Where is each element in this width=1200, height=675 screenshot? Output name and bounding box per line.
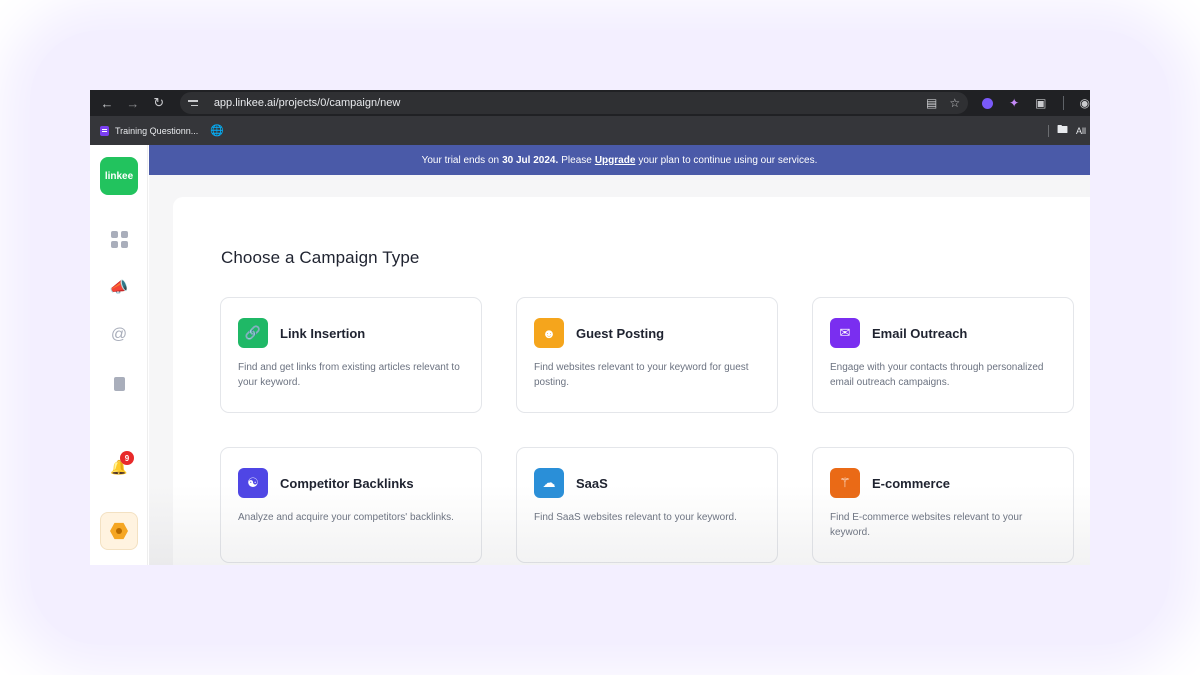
page-title: Choose a Campaign Type — [221, 248, 420, 267]
card-guest-posting[interactable]: ☻ Guest Posting Find websites relevant t… — [516, 297, 778, 413]
card-email-outreach[interactable]: ✉ Email Outreach Engage with your contac… — [812, 297, 1074, 413]
card-ecommerce[interactable]: ⚚ E-commerce Find E-commerce websites re… — [812, 447, 1074, 563]
card-saas[interactable]: ☁ SaaS Find SaaS websites relevant to yo… — [516, 447, 778, 563]
card-link-insertion[interactable]: 🔗 Link Insertion Find and get links from… — [220, 297, 482, 413]
content-clip: Choose a Campaign Type 🔗 Link Insertion … — [90, 90, 1090, 565]
group-icon: ☯ — [238, 468, 268, 498]
card-description: Analyze and acquire your competitors' ba… — [238, 512, 454, 523]
card-title: Email Outreach — [872, 326, 968, 341]
link-icon: 🔗 — [238, 318, 268, 348]
card-title: Link Insertion — [280, 326, 366, 341]
card-description: Find and get links from existing article… — [238, 362, 460, 388]
card-title: E-commerce — [872, 476, 951, 491]
card-description: Find E-commerce websites relevant to you… — [830, 512, 1023, 538]
card-description: Find websites relevant to your keyword f… — [534, 362, 749, 388]
card-title: Competitor Backlinks — [280, 476, 414, 491]
card-description: Engage with your contacts through person… — [830, 362, 1044, 388]
mail-icon: ✉ — [830, 318, 860, 348]
card-title: Guest Posting — [576, 326, 665, 341]
user-icon: ☻ — [534, 318, 564, 348]
cloud-icon: ☁ — [534, 468, 564, 498]
card-title: SaaS — [576, 476, 608, 491]
card-description: Find SaaS websites relevant to your keyw… — [534, 512, 737, 523]
card-competitor-backlinks[interactable]: ☯ Competitor Backlinks Analyze and acqui… — [220, 447, 482, 563]
basket-icon: ⚚ — [830, 468, 860, 498]
